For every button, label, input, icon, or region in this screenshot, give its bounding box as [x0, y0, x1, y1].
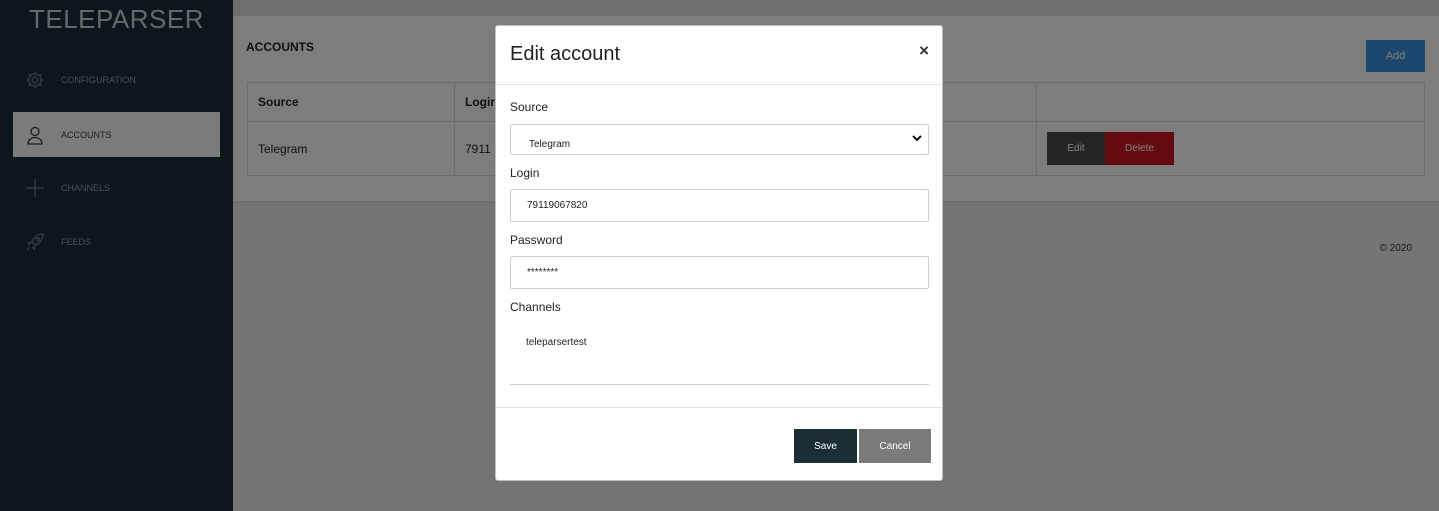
list-item[interactable]: teleparsertest [526, 337, 587, 348]
modal-title: Edit account [510, 43, 621, 65]
channels-multiselect[interactable]: teleparsertest [510, 331, 929, 385]
channels-label: Channels [510, 300, 561, 314]
source-label: Source [510, 100, 549, 114]
password-label: Password [510, 233, 563, 247]
close-icon[interactable]: × [919, 41, 929, 61]
chevron-down-icon [910, 131, 924, 148]
source-select-value: Telegram [529, 139, 571, 150]
edit-account-modal: Edit account × Source Telegram Login Pas… [495, 25, 943, 481]
login-input[interactable] [510, 189, 929, 222]
password-input[interactable] [510, 256, 929, 289]
save-button[interactable]: Save [794, 429, 857, 463]
login-label: Login [510, 166, 540, 180]
modal-footer: Save Cancel [496, 407, 942, 482]
source-select[interactable]: Telegram [510, 124, 929, 155]
cancel-button[interactable]: Cancel [859, 429, 931, 463]
modal-header: Edit account × [496, 26, 942, 85]
